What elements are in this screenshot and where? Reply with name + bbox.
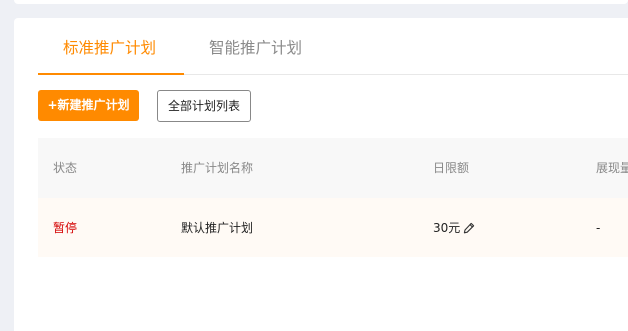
impressions-cell: - <box>596 221 601 235</box>
daily-limit-cell: 30元 <box>433 220 475 236</box>
table-row: 暂停 默认推广计划 30元 - <box>38 198 628 257</box>
plan-panel: 标准推广计划 智能推广计划 +新建推广计划 全部计划列表 状态 推广计划名称 日… <box>14 18 628 331</box>
daily-limit-value: 30元 <box>433 221 461 235</box>
active-tab-indicator <box>38 73 184 75</box>
plan-name-cell: 默认推广计划 <box>181 221 254 235</box>
column-header-plan-name: 推广计划名称 <box>181 161 254 175</box>
column-header-daily-limit: 日限额 <box>433 161 470 175</box>
new-plan-button[interactable]: +新建推广计划 <box>38 90 139 121</box>
top-card <box>14 0 628 4</box>
status-cell: 暂停 <box>53 221 78 235</box>
pencil-icon[interactable] <box>463 222 475 234</box>
column-header-status: 状态 <box>53 161 78 175</box>
tab-bar: 标准推广计划 智能推广计划 <box>38 18 628 75</box>
all-plans-button[interactable]: 全部计划列表 <box>157 90 251 122</box>
table-header: 状态 推广计划名称 日限额 展现量 <box>38 138 628 198</box>
tab-smart-plan[interactable]: 智能推广计划 <box>209 38 302 58</box>
column-header-impressions: 展现量 <box>596 161 628 175</box>
tab-standard-plan[interactable]: 标准推广计划 <box>63 38 156 58</box>
